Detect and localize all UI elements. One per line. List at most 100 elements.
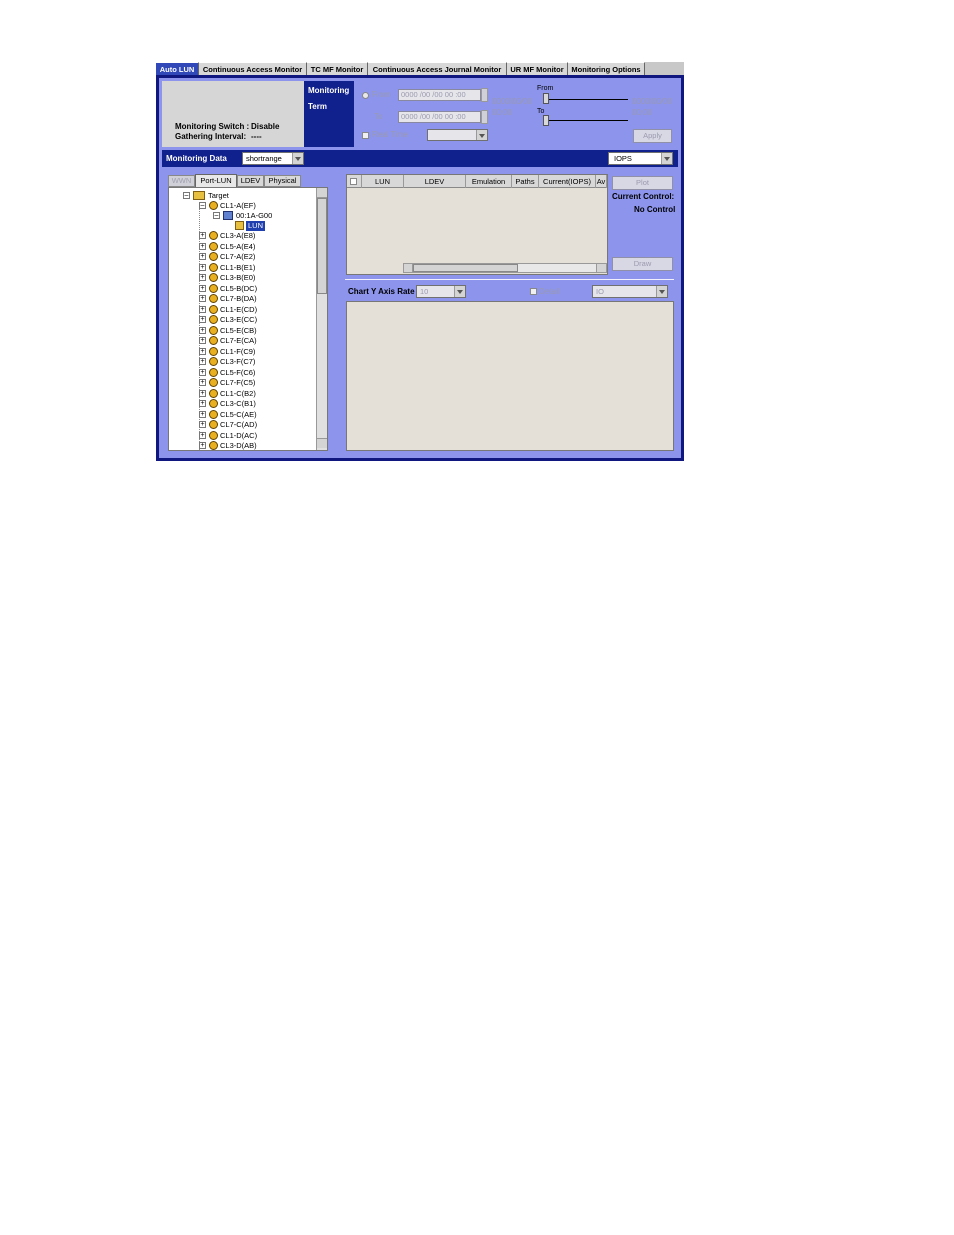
expand-icon[interactable]: + [199,263,206,271]
to-spinner[interactable] [481,110,488,124]
column-ldev[interactable]: LDEV [404,175,466,188]
port-icon [209,252,218,261]
collapse-icon[interactable]: – [183,192,190,199]
expand-icon[interactable]: + [199,410,206,418]
table-h-scrollbar[interactable] [403,263,607,273]
port-icon [209,378,218,387]
current-control-value: No Control [634,205,676,214]
to-label: To [374,112,383,121]
select-all-checkbox[interactable] [347,175,362,188]
expand-icon[interactable]: + [199,358,206,365]
expand-icon[interactable]: + [199,326,206,334]
range-start-date: 0000/00/00 [492,97,533,106]
expand-icon[interactable]: + [199,274,206,281]
expand-icon[interactable]: + [199,389,206,397]
column-lun[interactable]: LUN [362,175,404,188]
monitoring-switch-label: Monitoring Switch : [175,122,250,131]
lun-table-header: LUN LDEV Emulation Paths Current(IOPS) A… [347,175,607,188]
port-icon [209,420,218,429]
tree-tab-ldev[interactable]: LDEV [237,175,264,187]
tab-continuous-access-journal-monitor[interactable]: Continuous Access Journal Monitor [368,62,507,75]
monitoring-term-title-2: Term [308,102,327,111]
tab-tc-mf-monitor[interactable]: TC MF Monitor [307,62,368,75]
tree-tab-port-lun[interactable]: Port-LUN [195,174,237,187]
from-spinner[interactable] [481,88,488,102]
chevron-down-icon [476,130,487,140]
metric-select[interactable]: IOPS [608,152,673,165]
plot-button[interactable]: Plot [612,176,673,190]
tree-node-label: CL7-E(CA) [220,336,257,345]
status-panel: Monitoring Switch : Disable Gathering In… [162,81,304,147]
expand-icon[interactable]: + [199,347,206,355]
port-icon [209,399,218,408]
column-emulation[interactable]: Emulation [466,175,512,188]
chevron-down-icon [661,153,672,164]
draw-button[interactable]: Draw [612,257,673,271]
expand-icon[interactable]: + [199,242,206,250]
tree-node-label: CL5-A(E4) [220,241,256,251]
detail-select[interactable]: IO [592,285,668,298]
from-datetime-input[interactable]: 0000 /00 /00 00 :00 [398,89,481,101]
column-current-iops[interactable]: Current(IOPS) [539,175,596,188]
tree-node-label: CL3-F(C7) [220,357,256,366]
tree-node-label: CL1-B(E1) [220,262,256,272]
expand-icon[interactable]: + [199,305,206,313]
detail-checkbox[interactable] [530,288,537,295]
table-scroll-thumb[interactable] [413,264,518,272]
scroll-down-icon[interactable] [317,438,327,448]
from-slider-track[interactable] [544,99,628,100]
expand-icon[interactable]: + [199,253,206,260]
tree-tab-physical[interactable]: Physical [264,175,301,187]
tree-node-label: CL1-C(B2) [220,388,256,398]
tree-tab-wwn[interactable]: WWN [168,175,195,187]
tree-scrollbar[interactable] [316,188,327,450]
collapse-icon[interactable]: – [199,202,206,209]
tree-node-label: CL5-E(CB) [220,325,257,335]
real-time-select[interactable] [427,129,488,141]
column-paths[interactable]: Paths [512,175,539,188]
tree-node-label: CL7-A(E2) [220,252,256,261]
from-slider-thumb[interactable] [543,93,549,104]
range-start-time: 00:00 [492,108,513,117]
port-icon [209,336,218,345]
to-slider-thumb[interactable] [543,115,549,126]
port-icon [209,241,218,251]
expand-icon[interactable]: + [199,421,206,428]
expand-icon[interactable]: + [199,442,206,449]
from-radio[interactable] [362,92,369,99]
tree-node-label: CL3-E(CC) [220,315,258,324]
expand-icon[interactable]: + [199,316,206,323]
monitoring-range-select[interactable]: shortrange [242,152,304,165]
port-icon [209,304,218,314]
expand-icon[interactable]: + [199,431,206,439]
chart-y-axis-rate-select[interactable]: 10 [416,285,466,298]
scroll-up-icon[interactable] [317,188,327,198]
tab-auto-lun[interactable]: Auto LUN [156,62,199,75]
expand-icon[interactable]: + [199,284,206,292]
expand-icon[interactable]: + [199,337,206,344]
scroll-right-icon[interactable] [596,264,606,272]
apply-button[interactable]: Apply [633,129,672,143]
expand-icon[interactable]: + [199,379,206,386]
monitoring-data-label: Monitoring Data [166,154,227,163]
real-time-checkbox[interactable] [362,132,369,139]
expand-icon[interactable]: + [199,368,206,376]
scroll-left-icon[interactable] [404,264,413,272]
tab-ur-mf-monitor[interactable]: UR MF Monitor [507,62,568,75]
tab-strip: Auto LUN Continuous Access Monitor TC MF… [156,62,684,75]
port-icon [209,294,218,303]
expand-icon[interactable]: + [199,400,206,407]
folder-icon [193,191,205,200]
collapse-icon[interactable]: – [213,212,220,219]
expand-icon[interactable]: + [199,295,206,302]
chart-y-axis-rate-value: 10 [420,287,429,296]
tree-scroll-thumb[interactable] [317,198,327,294]
to-slider-track[interactable] [544,120,628,121]
expand-icon[interactable]: + [199,232,206,239]
tab-continuous-access-monitor[interactable]: Continuous Access Monitor [199,62,307,75]
chevron-down-icon [454,286,465,297]
tab-monitoring-options[interactable]: Monitoring Options [568,62,645,75]
column-average[interactable]: Av [596,175,607,188]
to-datetime-input[interactable]: 0000 /00 /00 00 :00 [398,111,481,123]
lun-table: LUN LDEV Emulation Paths Current(IOPS) A… [346,174,608,275]
